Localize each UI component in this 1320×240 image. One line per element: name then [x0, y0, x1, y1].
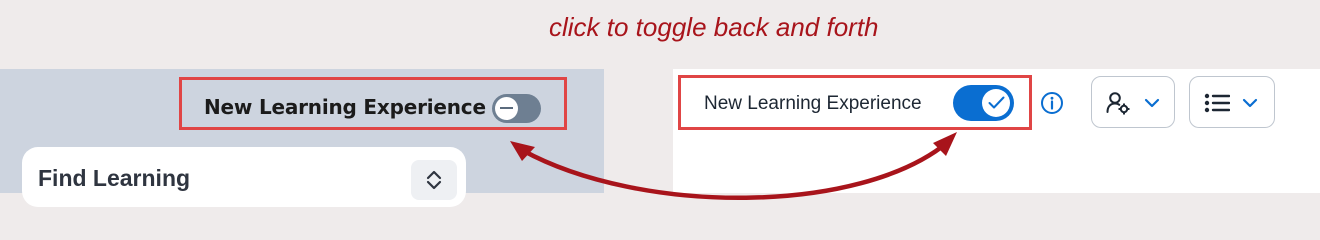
new-toggle-highlight-box [678, 75, 1032, 130]
user-settings-icon [1106, 92, 1130, 115]
list-view-menu-button[interactable] [1189, 76, 1275, 128]
info-icon[interactable] [1040, 91, 1064, 115]
annotation-caption: click to toggle back and forth [549, 12, 879, 42]
chevron-down-icon [1144, 98, 1160, 108]
list-icon [1204, 93, 1230, 113]
chevron-up-down-icon [426, 170, 442, 190]
find-learning-title: Find Learning [38, 165, 191, 191]
user-settings-menu-button[interactable] [1091, 76, 1175, 128]
chevron-down-icon [1242, 98, 1258, 108]
sort-toggle-button[interactable] [411, 160, 457, 200]
old-toggle-highlight-box [179, 77, 567, 130]
